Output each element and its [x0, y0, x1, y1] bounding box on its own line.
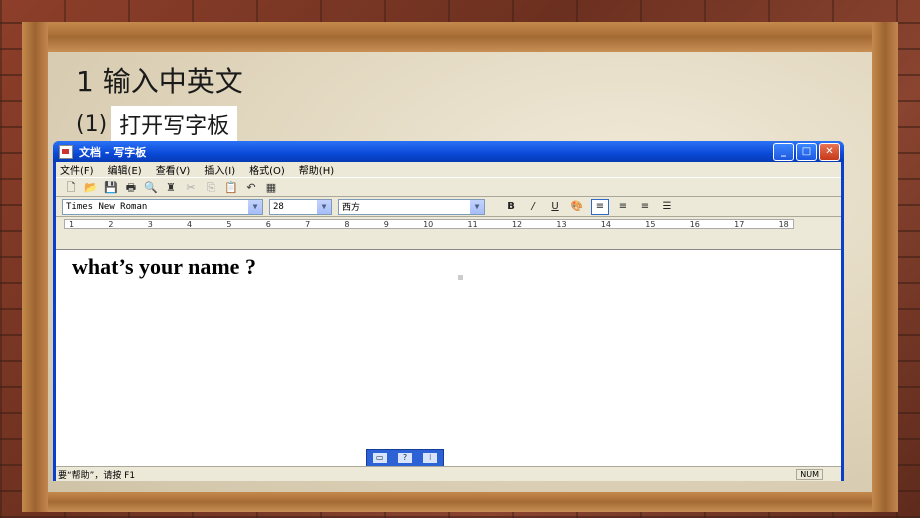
- ruler-tick: 12: [511, 219, 523, 229]
- ruler-tick: 3: [147, 219, 153, 229]
- wordpad-window: 文档 - 写字板 _ □ ✕ 文件(F) 编辑(E) 查看(V) 插入(I) 格…: [53, 141, 844, 481]
- ruler-tick: 17: [734, 219, 745, 229]
- ruler[interactable]: 1 2 3 4 5 6 7 8 9 10 11 12 13 14 15 16 1…: [56, 217, 841, 231]
- ruler-tick: 15: [645, 219, 656, 229]
- ruler-track: 1 2 3 4 5 6 7 8 9 10 11 12 13 14 15 16 1…: [64, 219, 794, 229]
- menu-bar: 文件(F) 编辑(E) 查看(V) 插入(I) 格式(O) 帮助(H): [56, 162, 841, 177]
- menu-view[interactable]: 查看(V): [156, 162, 191, 177]
- slide-title: 1 输入中英文: [76, 65, 243, 98]
- window-client: 文件(F) 编辑(E) 查看(V) 插入(I) 格式(O) 帮助(H) 🗋 📂 …: [56, 162, 841, 481]
- align-center-icon[interactable]: ≡: [615, 200, 631, 214]
- maximize-button[interactable]: □: [796, 142, 817, 161]
- ruler-tick: 1: [69, 219, 75, 229]
- menu-help[interactable]: 帮助(H): [299, 162, 334, 177]
- frame-left: [22, 22, 48, 512]
- bullets-icon[interactable]: ☰: [659, 200, 675, 214]
- paste-icon[interactable]: 📋: [224, 181, 238, 194]
- close-button[interactable]: ✕: [819, 142, 840, 161]
- ruler-tick: 11: [467, 219, 478, 229]
- document-area[interactable]: what’s your name ? ▭ ? ⁝: [56, 249, 841, 467]
- ruler-tick: 2: [108, 219, 114, 229]
- window-titlebar[interactable]: 文档 - 写字板 _ □ ✕: [53, 141, 844, 162]
- save-icon[interactable]: 💾: [104, 181, 118, 194]
- chevron-down-icon[interactable]: ▼: [317, 199, 331, 214]
- find-icon[interactable]: ♜: [164, 181, 178, 194]
- menu-file[interactable]: 文件(F): [60, 162, 94, 177]
- keyboard-icon[interactable]: ▭: [372, 453, 387, 463]
- step-text: 打开写字板: [111, 106, 238, 142]
- print-preview-icon[interactable]: 🔍: [144, 181, 158, 194]
- ruler-tick: 10: [423, 219, 434, 229]
- chevron-down-icon[interactable]: ▼: [470, 199, 484, 214]
- ruler-tick: 16: [689, 219, 700, 229]
- format-bar: Times New Roman ▼ 28 ▼ 西方 ▼ B / U 🎨 ≡ ≡ …: [56, 197, 841, 217]
- ruler-tick: 8: [344, 219, 350, 229]
- minimize-button[interactable]: _: [773, 142, 794, 161]
- frame-top: [22, 22, 898, 52]
- step-number: (1): [76, 111, 108, 137]
- cursor-marker: [458, 275, 463, 280]
- ruler-tick: 4: [187, 219, 193, 229]
- num-lock-indicator: NUM: [796, 468, 823, 480]
- open-icon[interactable]: 📂: [84, 181, 98, 194]
- undo-icon[interactable]: ↶: [244, 181, 258, 194]
- menu-edit[interactable]: 编辑(E): [108, 162, 142, 177]
- cut-icon[interactable]: ✂: [184, 181, 198, 194]
- language-bar[interactable]: ▭ ? ⁝: [366, 449, 444, 467]
- document-text[interactable]: what’s your name ?: [72, 254, 256, 280]
- status-bar: 要“帮助”，请按 F1 NUM: [56, 466, 841, 481]
- ruler-tick: 9: [383, 219, 389, 229]
- ruler-tick: 5: [226, 219, 232, 229]
- frame-right: [872, 22, 898, 512]
- script-value: 西方: [342, 203, 361, 213]
- standard-toolbar: 🗋 📂 💾 🖶 🔍 ♜ ✂ ⎘ 📋 ↶ ▦: [56, 177, 841, 197]
- color-palette-icon[interactable]: 🎨: [569, 200, 585, 214]
- ruler-tick: 18: [778, 219, 789, 229]
- italic-button[interactable]: /: [525, 200, 541, 214]
- underline-button[interactable]: U: [547, 200, 563, 214]
- font-select[interactable]: Times New Roman ▼: [62, 198, 263, 215]
- new-icon[interactable]: 🗋: [64, 181, 78, 194]
- print-icon[interactable]: 🖶: [124, 181, 138, 194]
- slide-step: (1) 打开写字板: [76, 106, 238, 142]
- copy-icon[interactable]: ⎘: [204, 181, 218, 194]
- window-title: 文档 - 写字板: [79, 145, 147, 159]
- font-size-select[interactable]: 28 ▼: [269, 198, 332, 215]
- ruler-tick: 14: [600, 219, 612, 229]
- options-icon[interactable]: ⁝: [423, 453, 438, 463]
- ruler-tick: 6: [265, 219, 271, 229]
- chevron-down-icon[interactable]: ▼: [248, 199, 262, 214]
- datetime-icon[interactable]: ▦: [264, 181, 278, 194]
- menu-insert[interactable]: 插入(I): [204, 162, 235, 177]
- align-left-icon[interactable]: ≡: [591, 198, 609, 215]
- font-value: Times New Roman: [66, 201, 148, 212]
- frame-bottom: [22, 492, 898, 512]
- menu-format[interactable]: 格式(O): [249, 162, 285, 177]
- ruler-tick: 7: [305, 219, 311, 229]
- bold-button[interactable]: B: [503, 200, 519, 214]
- help-icon[interactable]: ?: [397, 453, 412, 463]
- align-right-icon[interactable]: ≡: [637, 200, 653, 214]
- status-help-text: 要“帮助”，请按 F1: [58, 470, 136, 481]
- wordpad-icon: [59, 144, 73, 159]
- ruler-tick: 13: [556, 219, 567, 229]
- font-size-value: 28: [273, 201, 284, 212]
- script-select[interactable]: 西方 ▼: [338, 198, 485, 215]
